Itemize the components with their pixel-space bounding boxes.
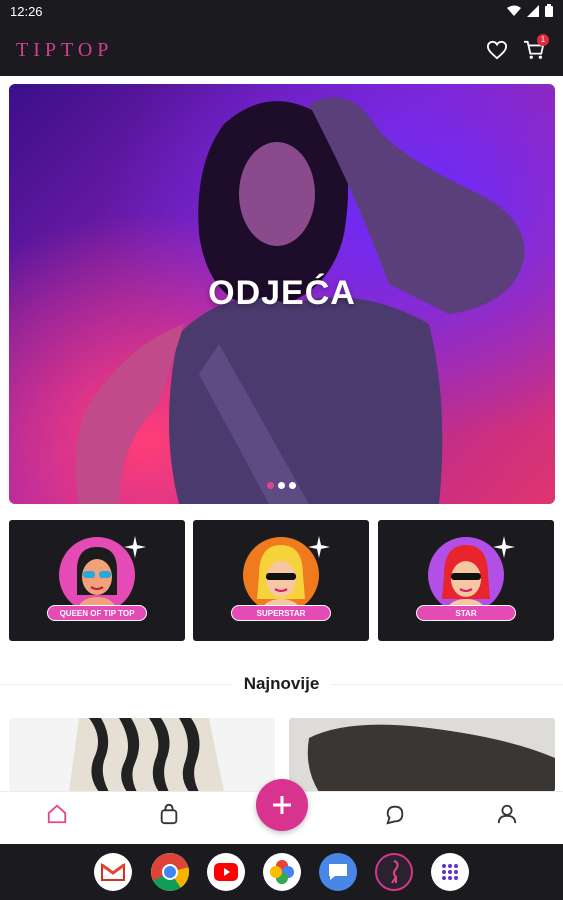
tiptop-logo[interactable]: TIPTOP	[16, 39, 113, 62]
chrome-icon	[151, 853, 189, 891]
battery-icon	[545, 4, 553, 17]
app-drawer-icon	[442, 864, 458, 880]
nav-shop[interactable]	[157, 802, 181, 826]
messages-icon	[329, 864, 347, 880]
sparkle-icon	[124, 536, 146, 558]
product-image	[289, 718, 555, 792]
category-label: STAR	[416, 605, 516, 621]
carousel-dot[interactable]	[289, 482, 296, 489]
status-time: 12:26	[10, 4, 43, 19]
wishlist-button[interactable]	[484, 37, 510, 63]
category-card-star[interactable]: STAR	[378, 520, 554, 641]
chrome-app[interactable]	[151, 853, 189, 891]
messages-app[interactable]	[319, 853, 357, 891]
tiptop-icon	[391, 860, 399, 884]
status-icons	[507, 4, 553, 17]
add-icon	[273, 796, 291, 814]
hero-title: ODJEĆA	[208, 274, 356, 312]
section-title: Najnovije	[0, 674, 563, 694]
nav-home[interactable]	[45, 802, 69, 826]
youtube-icon	[214, 863, 238, 881]
photos-app[interactable]	[263, 853, 301, 891]
bag-icon	[160, 803, 178, 825]
nav-chat[interactable]	[383, 802, 407, 826]
tiptop-app[interactable]	[375, 853, 413, 891]
home-icon	[47, 804, 67, 824]
youtube-app[interactable]	[207, 853, 245, 891]
cart-count-badge: 1	[537, 34, 549, 46]
app-bar: TIPTOP 1	[0, 24, 563, 76]
wifi-icon	[507, 5, 521, 16]
app-drawer[interactable]	[431, 853, 469, 891]
sparkle-icon	[308, 536, 330, 558]
status-bar: 12:26	[0, 0, 563, 24]
photos-icon	[270, 860, 294, 884]
carousel-indicator	[267, 482, 296, 489]
chat-icon	[386, 805, 404, 825]
product-card[interactable]	[289, 718, 555, 792]
nav-profile[interactable]	[495, 802, 519, 826]
system-dock	[0, 844, 563, 900]
sparkle-icon	[493, 536, 515, 558]
product-image	[9, 718, 275, 792]
heart-icon	[486, 40, 508, 60]
hero-banner[interactable]: ODJEĆA	[9, 84, 555, 504]
category-label: SUPERSTAR	[231, 605, 331, 621]
signal-icon	[527, 4, 539, 17]
carousel-dot[interactable]	[267, 482, 274, 489]
gmail-app[interactable]	[94, 853, 132, 891]
carousel-dot[interactable]	[278, 482, 285, 489]
gmail-icon	[101, 863, 125, 881]
category-card-superstar[interactable]: SUPERSTAR	[193, 520, 369, 641]
add-button[interactable]	[256, 779, 308, 831]
category-label: QUEEN OF TIP TOP	[47, 605, 147, 621]
category-card-queen[interactable]: QUEEN OF TIP TOP	[9, 520, 185, 641]
product-card[interactable]	[9, 718, 275, 792]
profile-icon	[497, 804, 517, 824]
cart-button[interactable]: 1	[521, 34, 549, 63]
